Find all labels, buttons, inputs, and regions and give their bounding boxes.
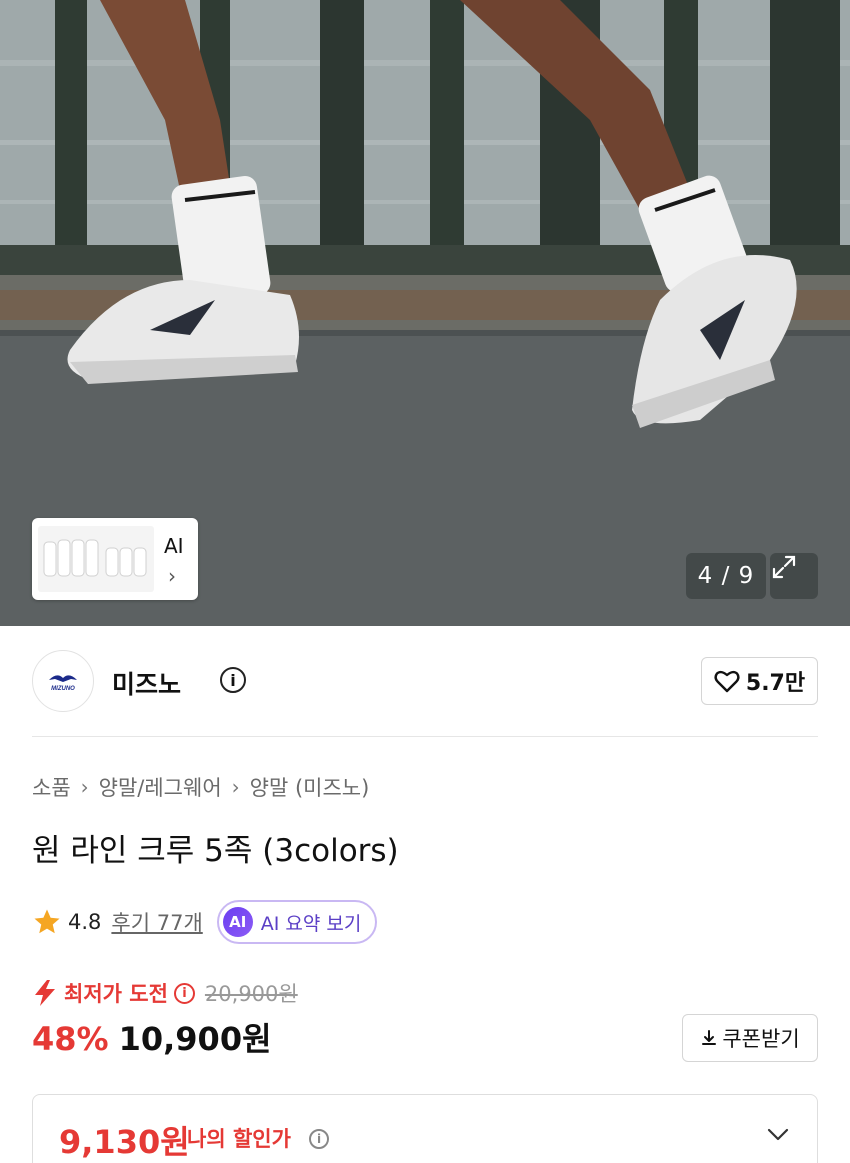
divider: [32, 736, 818, 737]
lowest-price-challenge: 최저가 도전 i 20,900원: [32, 978, 298, 1008]
ai-thumb-label: AI: [164, 534, 184, 558]
rating-score: 4.8: [68, 910, 102, 934]
brand-row: MIZUNO 미즈노 i 5.7만: [32, 650, 818, 712]
star-icon: [34, 909, 60, 934]
original-price: 20,900원: [204, 982, 298, 1006]
socks-thumbnail-image: [38, 526, 154, 592]
svg-text:MIZUNO: MIZUNO: [51, 686, 75, 692]
ai-badge-icon: AI: [222, 907, 253, 937]
ai-summary-button[interactable]: AI AI 요약 보기: [216, 900, 378, 944]
discount-rate: 48%: [32, 1020, 109, 1058]
reviews-link[interactable]: 후기 77개: [111, 907, 202, 937]
info-icon[interactable]: i: [309, 1129, 329, 1149]
chevron-down-icon: [767, 1128, 789, 1141]
image-counter: 4 / 9: [686, 553, 766, 599]
product-image-gallery[interactable]: AI › 4 / 9: [0, 0, 850, 626]
ai-summary-label: AI 요약 보기: [260, 912, 362, 935]
lightning-icon: [35, 980, 55, 1006]
brand-name[interactable]: 미즈노: [112, 665, 181, 701]
chevron-right-icon: ›: [80, 775, 89, 799]
breadcrumb-item-socks-mizuno[interactable]: 양말 (미즈노): [250, 772, 370, 802]
mizuno-logo-icon: MIZUNO: [49, 675, 77, 692]
expand-icon: [772, 555, 796, 579]
my-discount-price-label: 나의 할인가: [187, 1127, 291, 1151]
breadcrumb-item-socks-legwear[interactable]: 양말/레그웨어: [99, 772, 222, 802]
brand-logo[interactable]: MIZUNO: [32, 650, 94, 712]
coupon-label: 쿠폰받기: [722, 1027, 800, 1051]
lowest-price-label: 최저가 도전: [64, 982, 168, 1006]
like-count: 5.7만: [745, 671, 806, 696]
expand-button[interactable]: [770, 553, 818, 599]
info-icon[interactable]: i: [173, 982, 195, 1004]
info-icon[interactable]: i: [220, 667, 246, 693]
like-button[interactable]: 5.7만: [701, 657, 818, 705]
my-discount-price-panel[interactable]: 9,130원 나의 할인가 i: [32, 1094, 818, 1163]
rating-row: 4.8 후기 77개 AI AI 요약 보기: [32, 900, 378, 944]
price-row: 48% 10,900원: [32, 1014, 272, 1060]
chevron-right-icon: ›: [231, 775, 240, 799]
product-title: 원 라인 크루 5족 (3colors): [32, 833, 399, 869]
my-discount-price: 9,130원: [59, 1123, 190, 1161]
chevron-right-icon: ›: [168, 564, 176, 588]
breadcrumb-item-accessories[interactable]: 소품: [32, 772, 71, 802]
heart-icon: [714, 670, 740, 693]
ai-similar-products-thumb[interactable]: AI ›: [32, 518, 198, 600]
breadcrumb: 소품 › 양말/레그웨어 › 양말 (미즈노): [32, 772, 369, 802]
download-icon: [702, 1030, 717, 1045]
coupon-button[interactable]: 쿠폰받기: [682, 1014, 818, 1062]
sale-price: 10,900원: [118, 1020, 272, 1058]
